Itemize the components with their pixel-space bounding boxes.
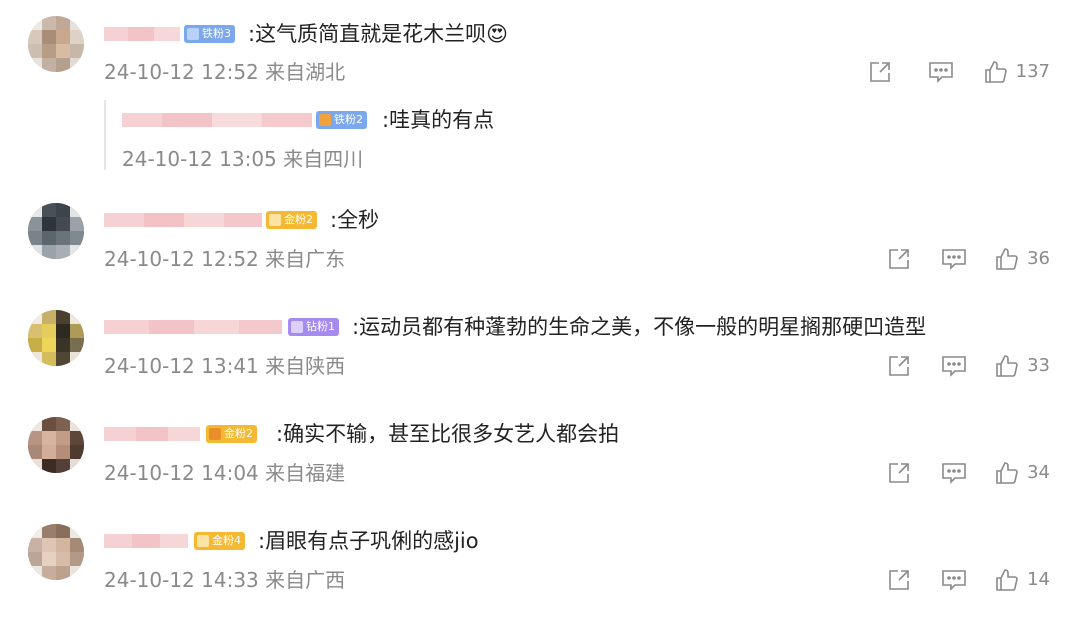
fan-badge[interactable]: 金粉4: [194, 532, 245, 550]
comment-location: 来自陕西: [265, 354, 346, 378]
comment-item: 金粉4 :眉眼有点子巩俐的感jio 24-10-12 14:33 来自广西 14: [0, 516, 1080, 617]
comment-text: :这气质简直就是花木兰呗😍: [248, 22, 508, 46]
comment-icon: [928, 62, 953, 83]
like-icon: [996, 248, 1018, 270]
comment-location: 来自广西: [265, 568, 346, 592]
crown-icon: [209, 428, 221, 440]
comment-text: :确实不输，甚至比很多女艺人都会拍: [276, 422, 620, 446]
avatar[interactable]: [28, 310, 84, 366]
comment-meta: 24-10-12 14:33 来自广西: [104, 568, 345, 592]
comment-actions: 33: [887, 353, 1050, 379]
username-blurred[interactable]: [104, 320, 282, 334]
share-icon: [889, 570, 909, 590]
reply-button[interactable]: [941, 460, 967, 486]
like-button[interactable]: 34: [995, 460, 1050, 486]
avatar[interactable]: [28, 16, 84, 72]
comment-location: 来自湖北: [265, 60, 346, 84]
fan-level-icon: [269, 214, 281, 226]
comment-meta: 24-10-12 12:52 来自湖北: [104, 60, 345, 84]
heart-eyes-emoji: 😍: [486, 22, 508, 46]
like-button[interactable]: 14: [995, 567, 1050, 593]
comment-icon: [942, 463, 966, 484]
comment-time: 24-10-12 12:52: [104, 60, 259, 84]
like-icon: [984, 61, 1007, 83]
share-button[interactable]: [887, 353, 911, 379]
comment-time: 24-10-12 12:52: [104, 247, 259, 271]
fan-badge[interactable]: 铁粉3: [184, 25, 235, 43]
comment-text: :眉眼有点子巩俐的感jio: [258, 529, 479, 553]
comment-actions: 137: [868, 59, 1050, 85]
comment-time: 24-10-12 13:41: [104, 354, 259, 378]
username-blurred[interactable]: [104, 427, 200, 441]
like-count: 14: [1027, 569, 1050, 590]
share-icon: [889, 249, 909, 269]
comment-meta: 24-10-12 14:04 来自福建: [104, 461, 345, 485]
comment-item: 钻粉1 :运动员都有种蓬勃的生命之美，不像一般的明星搁那硬凹造型 24-10-1…: [0, 302, 1080, 409]
comment-item: 金粉2 :全秒 24-10-12 12:52 来自广东 36: [0, 195, 1080, 302]
comment-time: 24-10-12 14:04: [104, 461, 259, 485]
comment-actions: 34: [887, 460, 1050, 486]
like-icon: [996, 462, 1018, 484]
comment-icon: [942, 570, 966, 591]
username-blurred[interactable]: [104, 534, 188, 548]
reply-meta: 24-10-12 13:05 来自四川: [122, 147, 363, 171]
like-button[interactable]: 33: [995, 353, 1050, 379]
share-button[interactable]: [868, 59, 892, 85]
avatar[interactable]: [28, 417, 84, 473]
comment-item: 铁粉3 :这气质简直就是花木兰呗😍 24-10-12 12:52 来自湖北 13…: [0, 0, 1080, 195]
avatar[interactable]: [28, 524, 84, 580]
comment-meta: 24-10-12 12:52 来自广东: [104, 247, 345, 271]
reply-username-blurred[interactable]: [122, 113, 312, 127]
comment-location: 来自福建: [265, 461, 346, 485]
like-count: 137: [1015, 61, 1050, 82]
comment-location: 来自广东: [265, 247, 346, 271]
comment-text: :运动员都有种蓬勃的生命之美，不像一般的明星搁那硬凹造型: [352, 315, 927, 339]
fan-level-icon: [197, 535, 209, 547]
share-icon: [869, 62, 890, 82]
like-count: 33: [1027, 355, 1050, 376]
comment-actions: 36: [887, 246, 1050, 272]
username-blurred[interactable]: [104, 213, 262, 227]
like-count: 34: [1027, 462, 1050, 483]
reply-button[interactable]: [928, 59, 954, 85]
reply-button[interactable]: [941, 246, 967, 272]
username-blurred[interactable]: [104, 27, 180, 41]
reply-button[interactable]: [941, 567, 967, 593]
reply-fan-badge[interactable]: 铁粉2: [316, 111, 367, 129]
like-button[interactable]: 137: [984, 59, 1050, 85]
reply-location: 来自四川: [283, 147, 364, 171]
fan-badge[interactable]: 钻粉1: [288, 318, 339, 336]
avatar[interactable]: [28, 203, 84, 259]
comment-icon: [942, 249, 966, 270]
like-icon: [996, 355, 1018, 377]
fan-level-icon: [187, 28, 199, 40]
comment-meta: 24-10-12 13:41 来自陕西: [104, 354, 345, 378]
comment-item: 金粉2 :确实不输，甚至比很多女艺人都会拍 24-10-12 14:04 来自福…: [0, 409, 1080, 516]
reply-time: 24-10-12 13:05: [122, 147, 277, 171]
comment-text: :全秒: [330, 208, 380, 232]
like-count: 36: [1027, 248, 1050, 269]
comment-time: 24-10-12 14:33: [104, 568, 259, 592]
crown-icon: [319, 114, 331, 126]
diamond-icon: [291, 321, 303, 333]
comment-actions: 14: [887, 567, 1050, 593]
comment-icon: [942, 356, 966, 377]
share-icon: [889, 356, 909, 376]
share-button[interactable]: [887, 567, 911, 593]
like-button[interactable]: 36: [995, 246, 1050, 272]
share-icon: [889, 463, 909, 483]
fan-badge[interactable]: 金粉2: [266, 211, 317, 229]
share-button[interactable]: [887, 460, 911, 486]
share-button[interactable]: [887, 246, 911, 272]
like-icon: [996, 569, 1018, 591]
fan-badge[interactable]: 金粉2: [206, 425, 257, 443]
reply-text: :哇真的有点: [382, 108, 495, 132]
reply-button[interactable]: [941, 353, 967, 379]
reply-divider: [104, 100, 106, 170]
